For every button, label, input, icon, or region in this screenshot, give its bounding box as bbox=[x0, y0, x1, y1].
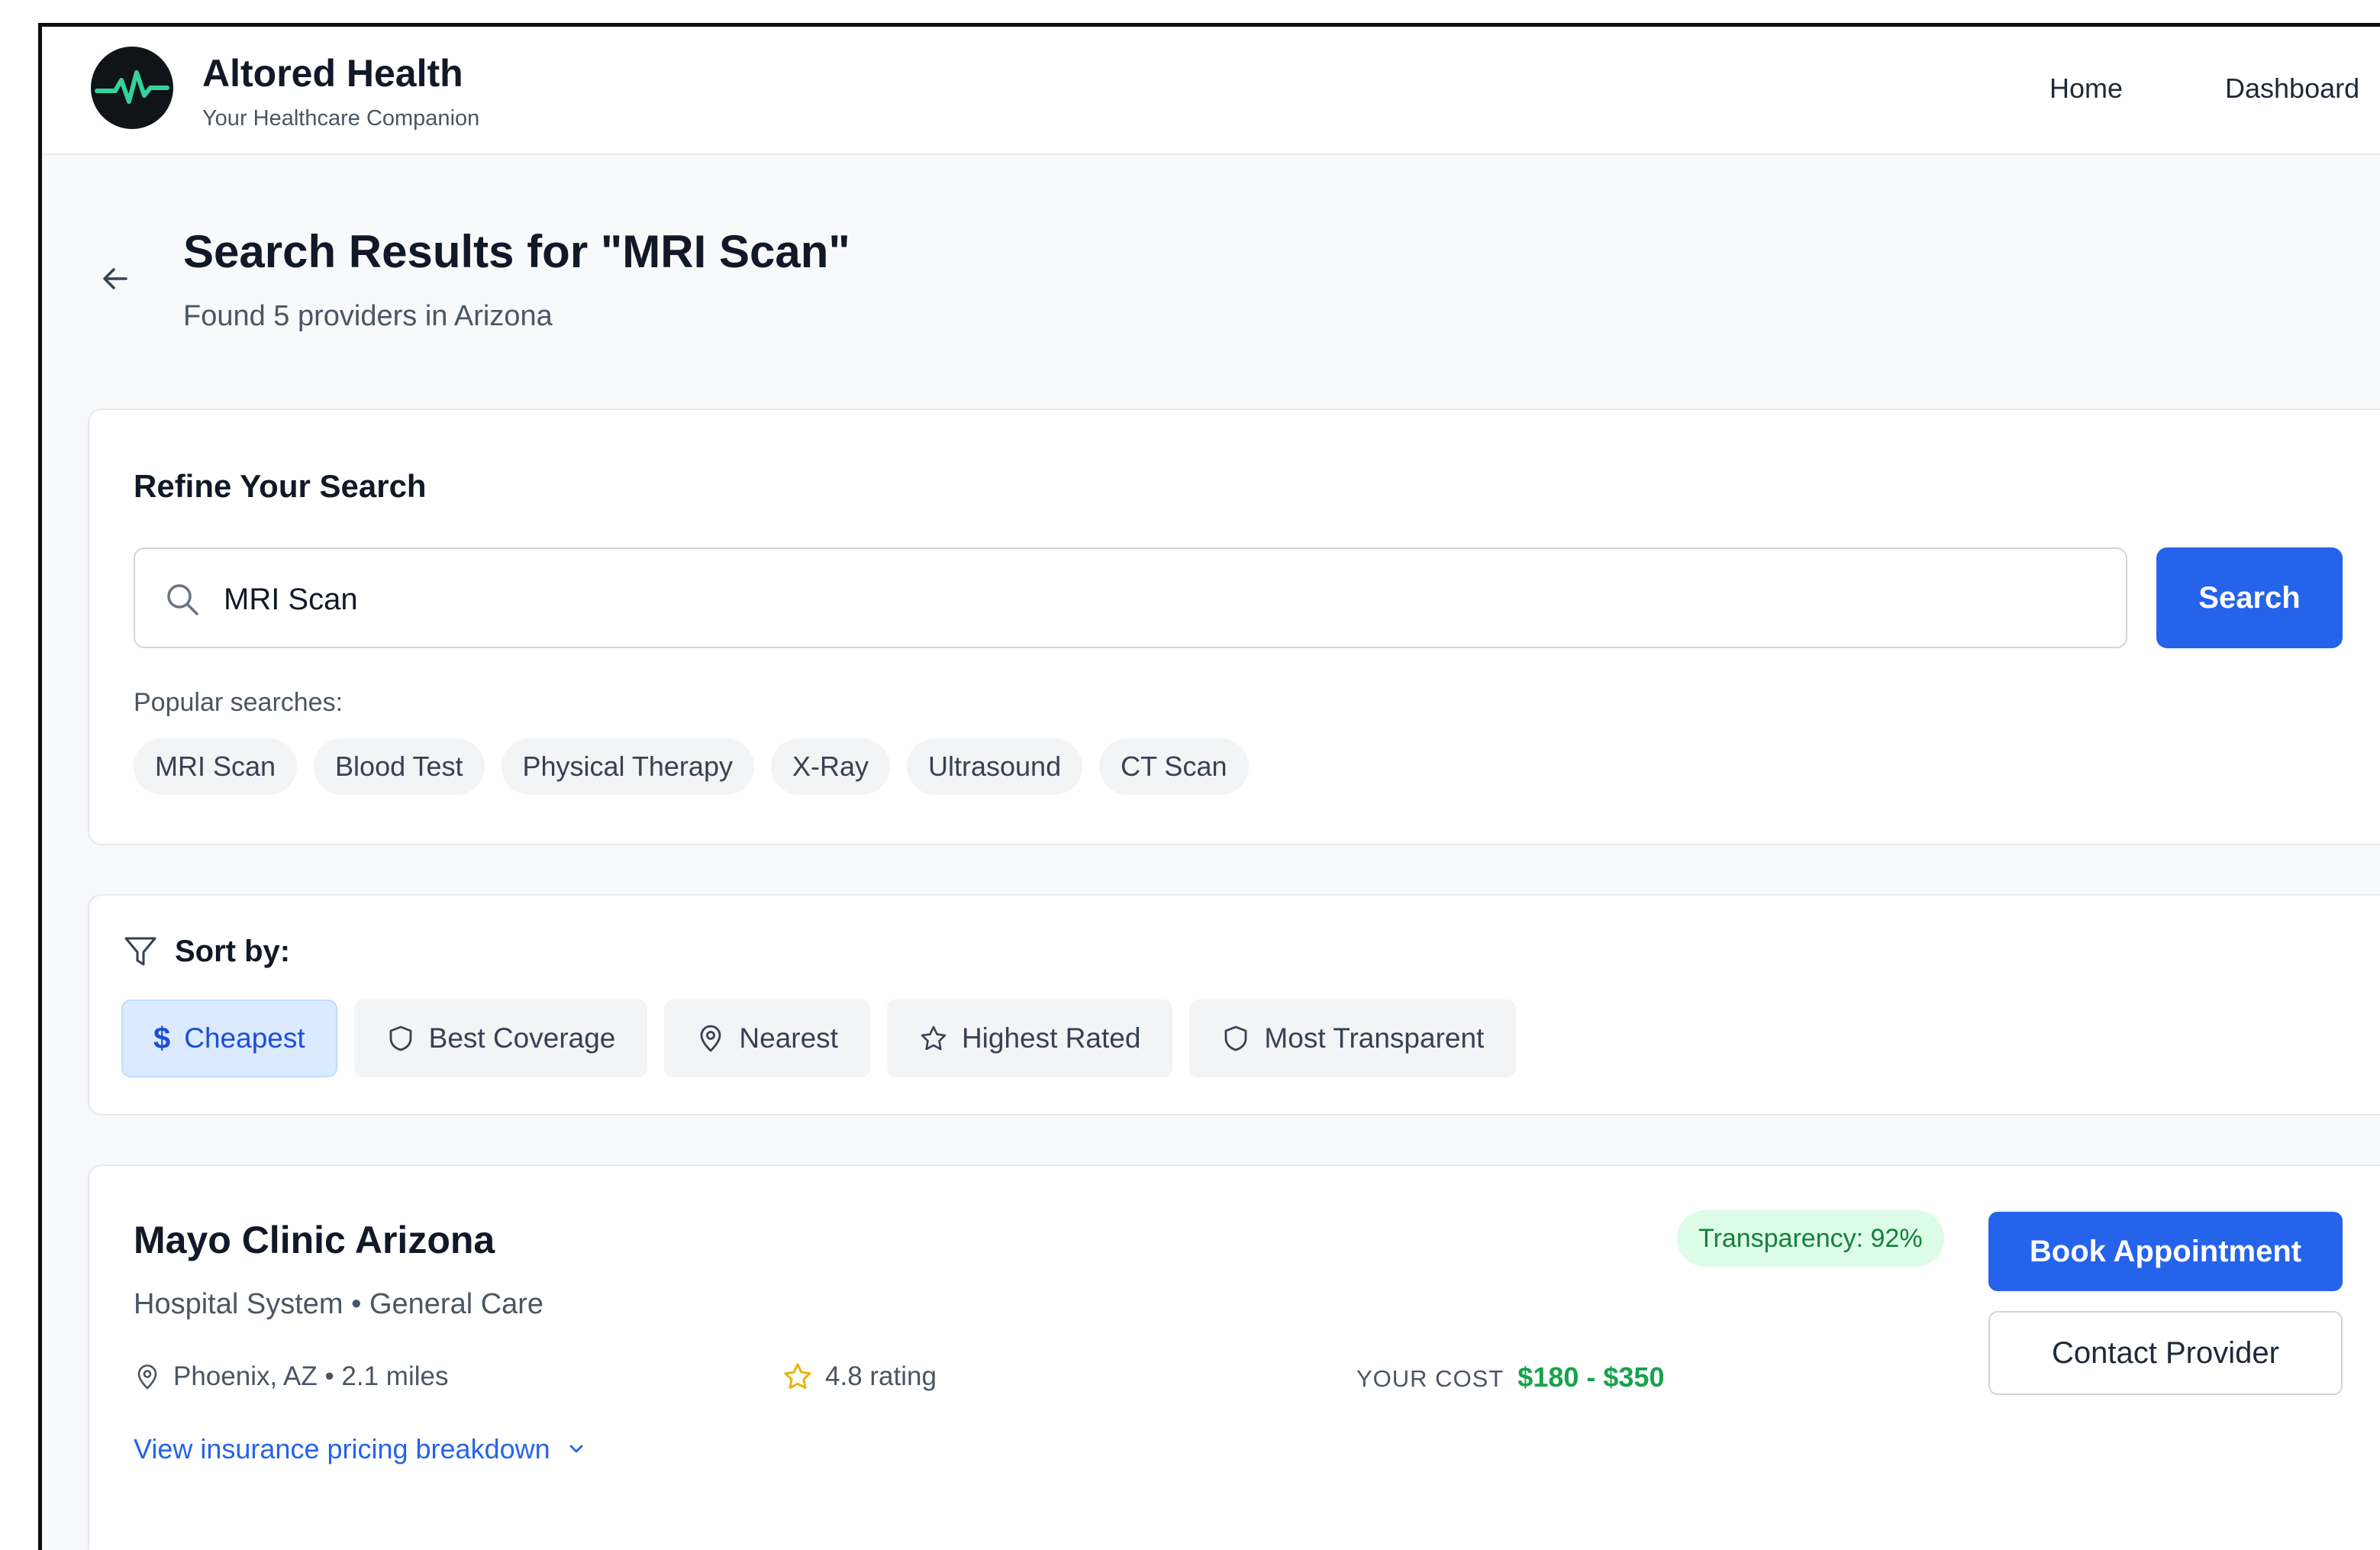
nav-dashboard-link[interactable]: Dashboard bbox=[2225, 73, 2359, 105]
popular-chip-ct-scan[interactable]: CT Scan bbox=[1099, 738, 1249, 795]
popular-searches-label: Popular searches: bbox=[134, 688, 343, 717]
location-pin-icon bbox=[696, 1024, 725, 1053]
sort-label: Sort by: bbox=[175, 934, 291, 968]
cost-value: $180 - $350 bbox=[1517, 1361, 1665, 1393]
refine-search-title: Refine Your Search bbox=[134, 468, 427, 504]
sort-option-label: Nearest bbox=[739, 1022, 838, 1054]
sort-best-coverage-button[interactable]: Best Coverage bbox=[353, 999, 648, 1077]
book-appointment-button[interactable]: Book Appointment bbox=[1988, 1212, 2343, 1291]
rating-text: 4.8 rating bbox=[825, 1361, 937, 1391]
provider-type: Hospital System • General Care bbox=[134, 1288, 544, 1320]
cost-label: YOUR COST bbox=[1356, 1365, 1504, 1392]
dollar-icon: $ bbox=[153, 1021, 171, 1055]
popular-searches-list: MRI Scan Blood Test Physical Therapy X-R… bbox=[134, 738, 1249, 795]
chevron-down-icon bbox=[566, 1439, 587, 1460]
brand-tagline: Your Healthcare Companion bbox=[202, 106, 480, 131]
provider-location: Phoenix, AZ • 2.1 miles bbox=[134, 1361, 448, 1392]
star-icon bbox=[782, 1361, 813, 1392]
sort-option-label: Best Coverage bbox=[428, 1022, 616, 1054]
search-input[interactable] bbox=[224, 569, 2056, 630]
popular-chip-blood-test[interactable]: Blood Test bbox=[314, 738, 485, 795]
brand-name[interactable]: Altored Health bbox=[202, 51, 463, 95]
back-arrow-icon[interactable] bbox=[97, 260, 134, 297]
sort-nearest-button[interactable]: Nearest bbox=[664, 999, 870, 1077]
heartbeat-pulse-icon[interactable] bbox=[91, 47, 173, 129]
search-button[interactable]: Search bbox=[2156, 547, 2343, 648]
popular-chip-physical-therapy[interactable]: Physical Therapy bbox=[501, 738, 754, 795]
provider-name[interactable]: Mayo Clinic Arizona bbox=[134, 1218, 495, 1262]
sort-header: Sort by: bbox=[121, 932, 290, 970]
breakdown-link-label: View insurance pricing breakdown bbox=[134, 1433, 550, 1464]
results-count: Found 5 providers in Arizona bbox=[183, 300, 553, 332]
contact-provider-button[interactable]: Contact Provider bbox=[1988, 1311, 2343, 1395]
provider-rating: 4.8 rating bbox=[782, 1361, 937, 1392]
popular-chip-x-ray[interactable]: X-Ray bbox=[770, 738, 890, 795]
sort-options: $ Cheapest Best Coverage Nearest Highest… bbox=[121, 999, 1517, 1077]
star-icon bbox=[919, 1024, 948, 1053]
location-text: Phoenix, AZ • 2.1 miles bbox=[173, 1361, 449, 1391]
sort-card: Sort by: $ Cheapest Best Coverage Neares… bbox=[88, 894, 2380, 1116]
refine-search-card: Refine Your Search Search Popular search… bbox=[88, 408, 2380, 845]
top-bar: Altored Health Your Healthcare Companion… bbox=[42, 27, 2380, 155]
popular-chip-ultrasound[interactable]: Ultrasound bbox=[907, 738, 1083, 795]
sort-option-label: Cheapest bbox=[184, 1022, 305, 1054]
page-title: Search Results for "MRI Scan" bbox=[183, 226, 850, 277]
sort-most-transparent-button[interactable]: Most Transparent bbox=[1189, 999, 1517, 1077]
sort-highest-rated-button[interactable]: Highest Rated bbox=[886, 999, 1173, 1077]
popular-chip-mri-scan[interactable]: MRI Scan bbox=[134, 738, 298, 795]
sort-cheapest-button[interactable]: $ Cheapest bbox=[121, 999, 337, 1077]
shield-icon bbox=[1221, 1024, 1250, 1053]
nav-home-link[interactable]: Home bbox=[2049, 73, 2123, 105]
location-pin-icon bbox=[134, 1363, 161, 1390]
app-frame: Altored Health Your Healthcare Companion… bbox=[38, 23, 2380, 1550]
provider-card: Mayo Clinic Arizona Hospital System • Ge… bbox=[88, 1164, 2380, 1550]
transparency-badge: Transparency: 92% bbox=[1677, 1210, 1944, 1267]
sort-option-label: Highest Rated bbox=[961, 1022, 1141, 1054]
search-box[interactable] bbox=[134, 547, 2127, 648]
provider-cost: YOUR COST $180 - $350 bbox=[1356, 1361, 1664, 1393]
pricing-breakdown-link[interactable]: View insurance pricing breakdown bbox=[134, 1433, 587, 1465]
sort-option-label: Most Transparent bbox=[1264, 1022, 1485, 1054]
search-icon bbox=[164, 581, 201, 618]
shield-icon bbox=[386, 1024, 415, 1053]
filter-icon bbox=[121, 932, 160, 970]
